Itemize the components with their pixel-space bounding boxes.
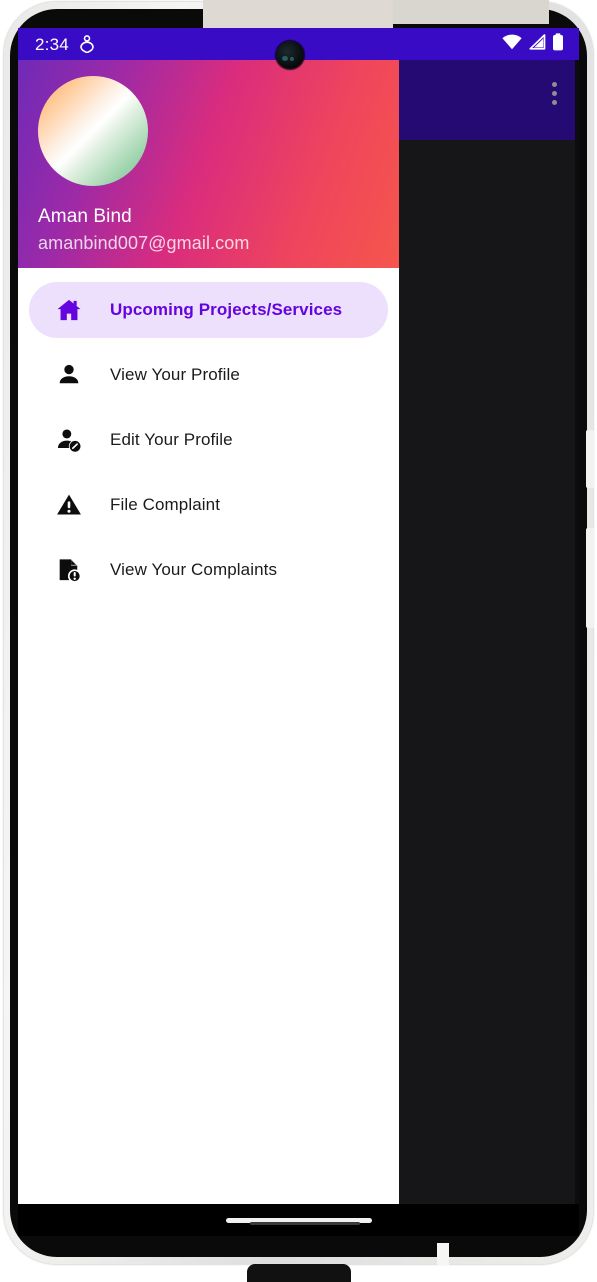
drawer-item-label: View Your Profile — [110, 365, 240, 384]
warning-triangle-icon — [53, 489, 85, 521]
drawer-item-label: Edit Your Profile — [110, 430, 233, 449]
phone-device-frame: 2:34 Aman Bind amanbind007@gmail.com Upc… — [0, 0, 597, 1282]
location-shield-icon — [80, 35, 94, 53]
overflow-menu-icon[interactable] — [552, 82, 557, 105]
avatar[interactable] — [38, 76, 148, 186]
gesture-pill-shadow — [250, 1222, 360, 1225]
home-icon — [53, 294, 85, 326]
drawer-item-file-complaint[interactable]: File Complaint — [29, 477, 388, 533]
drawer-item-upcoming-projects[interactable]: Upcoming Projects/Services — [29, 282, 388, 338]
volume-button[interactable] — [586, 528, 594, 628]
overflow-dot — [552, 91, 557, 96]
profile-name: Aman Bind — [38, 206, 132, 227]
phone-screen: 2:34 Aman Bind amanbind007@gmail.com Upc… — [18, 28, 579, 1236]
drawer-item-view-complaints[interactable]: View Your Complaints — [29, 542, 388, 598]
front-camera-punch-hole — [276, 41, 304, 69]
drawer-item-label: View Your Complaints — [110, 560, 278, 579]
drawer-header: Aman Bind amanbind007@gmail.com — [18, 60, 399, 268]
drawer-item-label: File Complaint — [110, 495, 221, 514]
camera-glint-secondary — [290, 57, 294, 61]
drawer-item-edit-profile[interactable]: Edit Your Profile — [29, 412, 388, 468]
status-bar-indicators — [502, 32, 564, 56]
drawer-item-view-profile[interactable]: View Your Profile — [29, 347, 388, 403]
gesture-navigation-bar — [18, 1204, 579, 1236]
navigation-drawer: Aman Bind amanbind007@gmail.com Upcoming… — [18, 60, 399, 1236]
person-icon — [53, 359, 85, 391]
overflow-dot — [552, 100, 557, 105]
document-alert-icon — [53, 554, 85, 586]
camera-glint — [282, 56, 288, 61]
person-edit-icon — [53, 424, 85, 456]
device-bottom-seam — [437, 1243, 449, 1265]
screen-right-edge — [575, 60, 579, 1236]
power-button[interactable] — [586, 430, 594, 488]
overflow-dot — [552, 82, 557, 87]
battery-full-icon — [552, 32, 564, 56]
drawer-menu-list: Upcoming Projects/Services View Your Pro… — [18, 268, 399, 598]
wifi-icon — [502, 34, 522, 55]
profile-email: amanbind007@gmail.com — [38, 232, 250, 253]
cell-signal-icon — [528, 33, 546, 55]
device-bottom-edge — [247, 1264, 351, 1282]
drawer-item-label: Upcoming Projects/Services — [110, 300, 343, 319]
status-bar-clock: 2:34 — [35, 34, 69, 54]
